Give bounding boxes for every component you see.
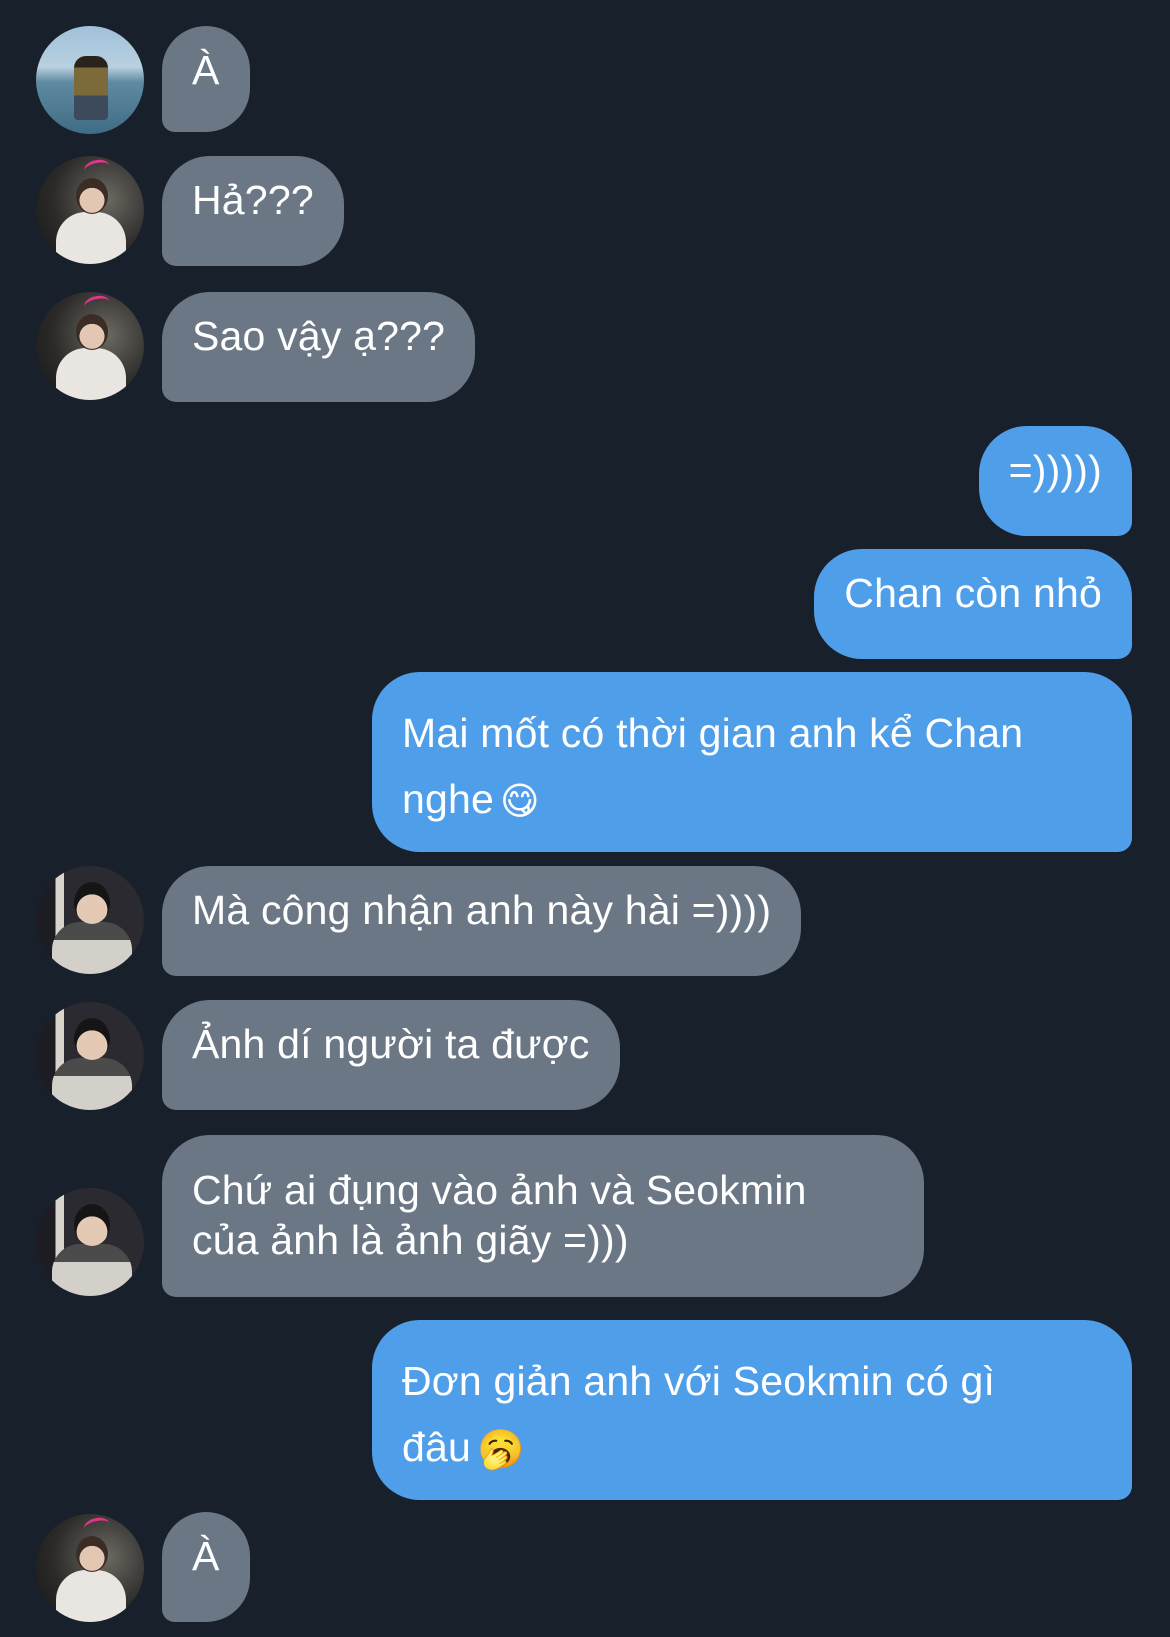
savoring-face-emoji-icon: 😋	[500, 781, 540, 824]
message-text-line: Mai mốt có thời gian anh kể Chan	[402, 710, 1024, 756]
chat-thread: À Hả??? Sao vậy ạ??? =))))) Chan còn nhỏ…	[0, 0, 1170, 1637]
message-bubble-incoming[interactable]: Sao vậy ạ???	[162, 292, 476, 402]
message-bubble-incoming[interactable]: Chứ ai đụng vào ảnh và Seokmin của ảnh l…	[162, 1135, 924, 1297]
message-text: À	[192, 1533, 220, 1579]
message-bubble-incoming[interactable]: Hả???	[162, 156, 344, 266]
message-bubble-outgoing[interactable]: Đơn giản anh với Seokmin có gì đâu 🥱	[372, 1320, 1132, 1500]
message-bubble-incoming[interactable]: À	[162, 26, 250, 132]
message-text-line: nghe	[402, 776, 495, 822]
message-bubble-outgoing[interactable]: Mai mốt có thời gian anh kể Chan nghe 😋	[372, 672, 1132, 852]
message-text-line: Chứ ai đụng vào ảnh và Seokmin	[192, 1167, 807, 1213]
message-bubble-incoming[interactable]: À	[162, 1512, 250, 1622]
sender-avatar[interactable]	[36, 26, 144, 134]
message-text: Ảnh dí người ta được	[192, 1021, 590, 1067]
message-bubble-incoming[interactable]: Mà công nhận anh này hài =))))	[162, 866, 802, 976]
sender-avatar[interactable]	[36, 1514, 144, 1622]
message-text-line: của ảnh là ảnh giãy =)))	[192, 1217, 629, 1263]
sender-avatar[interactable]	[36, 156, 144, 264]
message-bubble-outgoing[interactable]: Chan còn nhỏ	[814, 549, 1132, 659]
sender-avatar[interactable]	[36, 866, 144, 974]
message-text-line: Đơn giản anh với Seokmin có gì	[402, 1358, 996, 1404]
sender-avatar[interactable]	[36, 1188, 144, 1296]
message-text: Chan còn nhỏ	[844, 570, 1102, 616]
message-bubble-outgoing[interactable]: =)))))	[978, 426, 1132, 536]
message-bubble-incoming[interactable]: Ảnh dí người ta được	[162, 1000, 620, 1110]
yawning-face-emoji-icon: 🥱	[477, 1429, 525, 1472]
message-text: Mà công nhận anh này hài =))))	[192, 887, 772, 933]
message-text: Sao vậy ạ???	[192, 313, 446, 359]
sender-avatar[interactable]	[36, 1002, 144, 1110]
message-text: Hả???	[192, 177, 314, 223]
message-text: À	[192, 47, 220, 93]
message-text-line: đâu	[402, 1424, 472, 1470]
sender-avatar[interactable]	[36, 292, 144, 400]
message-text: =)))))	[1008, 447, 1102, 493]
